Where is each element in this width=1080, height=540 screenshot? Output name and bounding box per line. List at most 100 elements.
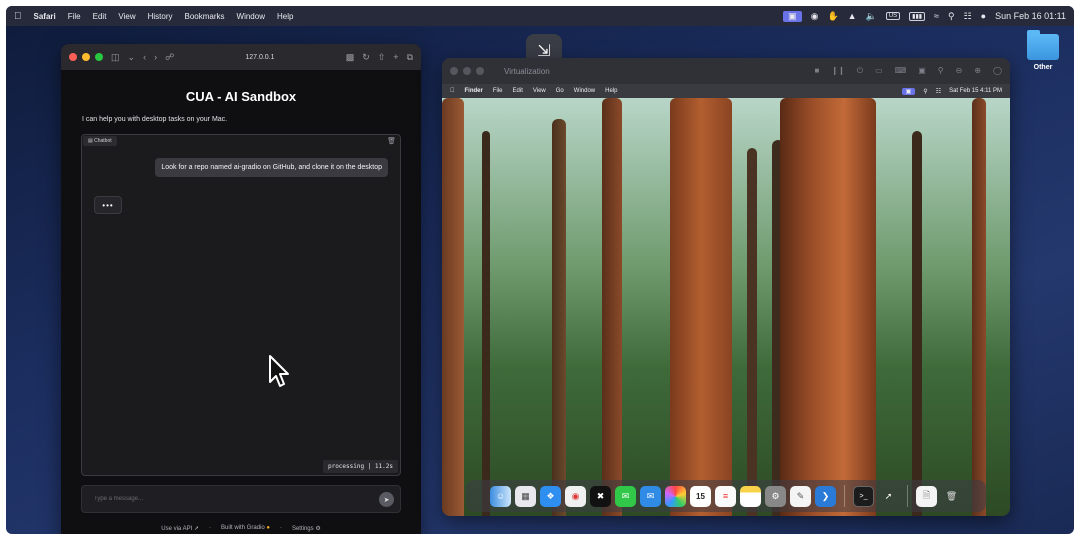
menu-view[interactable]: View [118, 12, 135, 21]
gradio-footer: Use via API ➚ · Built with Gradio ● · Se… [61, 525, 421, 532]
notes-icon[interactable] [740, 485, 761, 507]
guest-screen-share-icon[interactable]: ▣ [901, 87, 916, 95]
clear-chat-icon[interactable]: 🗑 [387, 137, 396, 145]
tabs-overview-icon[interactable]: ⧉ [407, 52, 413, 63]
apple-menu-icon[interactable]:  [14, 11, 22, 22]
menu-edit[interactable]: Edit [93, 12, 107, 21]
built-with-gradio-link[interactable]: Built with Gradio ● [221, 525, 270, 532]
wifi-icon[interactable]: ≈ [934, 11, 939, 21]
chrome-icon[interactable]: ◉ [565, 485, 586, 507]
menubar-clock[interactable]: Sun Feb 16 01:11 [995, 11, 1066, 21]
guest-menu-file[interactable]: File [493, 88, 503, 94]
input-source[interactable]: US [885, 12, 901, 20]
zoom-in-icon[interactable]: ⊕ [974, 66, 981, 76]
footer-dot: · [208, 525, 211, 531]
stop-icon[interactable]: ■ [815, 66, 820, 76]
pause-icon[interactable]: ❙❙ [831, 66, 844, 76]
guest-menu-go[interactable]: Go [556, 88, 564, 94]
minimize-window-button[interactable] [82, 53, 90, 61]
keyboard-icon[interactable]: ⌨ [895, 66, 907, 76]
new-tab-icon[interactable]: + [393, 52, 398, 62]
guest-apple-icon[interactable]:  [450, 88, 455, 94]
display-icon[interactable]: ▭ [875, 66, 883, 76]
control-center-icon[interactable]: ☷ [964, 11, 972, 22]
photos-icon[interactable] [665, 485, 686, 507]
traffic-lights [69, 53, 103, 61]
zoom-out-icon[interactable]: ⊖ [956, 66, 963, 76]
document-icon[interactable]: 🗎 [916, 485, 937, 507]
siri-icon[interactable]: ● [981, 11, 986, 21]
user-message: Look for a repo named ai-gradio on GitHu… [155, 158, 388, 177]
screen-icon[interactable]: ▣ [918, 66, 926, 76]
minimize-window-button[interactable] [463, 67, 471, 75]
messages-icon[interactable]: ✉ [615, 485, 636, 507]
settings-link[interactable]: Settings ⚙ [292, 525, 321, 532]
zoom-actual-icon[interactable]: ◯ [993, 66, 1002, 76]
vscode-icon[interactable]: ❯ [815, 485, 836, 507]
menu-bookmarks[interactable]: Bookmarks [185, 12, 225, 21]
guest-menu-edit[interactable]: Edit [513, 88, 523, 94]
chevron-down-icon[interactable]: ⌄ [128, 52, 136, 63]
processing-status: processing | 11.2s [322, 460, 398, 473]
tree-trunk [482, 131, 490, 516]
mail-icon[interactable]: ✉ [640, 485, 661, 507]
terminal-icon[interactable]: >_ [853, 485, 874, 507]
tree-trunk [780, 98, 876, 516]
guest-menu-help[interactable]: Help [605, 88, 617, 94]
translate-icon[interactable]: ▩ [346, 52, 355, 63]
message-input[interactable] [82, 486, 362, 512]
search-icon[interactable]: ⚲ [948, 11, 955, 22]
calendar-day: 15 [696, 491, 705, 501]
menu-app-name[interactable]: Safari [34, 12, 56, 21]
address-bar[interactable]: 127.0.0.1 [182, 54, 338, 61]
menu-window[interactable]: Window [237, 12, 265, 21]
capcut-icon[interactable]: ✖ [590, 485, 611, 507]
reload-icon[interactable]: ↻ [362, 52, 370, 63]
tree-trunk [602, 98, 622, 516]
share-icon[interactable]: ⇧ [378, 52, 386, 63]
sidebar-toggle-icon[interactable]: ◫ [111, 52, 120, 63]
use-via-api-link[interactable]: Use via API ➚ [161, 525, 199, 532]
zoom-window-button[interactable] [476, 67, 484, 75]
screen-share-icon[interactable]: ▣ [783, 10, 802, 22]
settings-icon[interactable]: ⚙ [765, 485, 786, 507]
zoom-fit-icon[interactable]: ⚲ [938, 66, 944, 76]
guest-control-center-icon[interactable]: ☷ [936, 88, 941, 95]
tree-trunk [552, 118, 566, 516]
gear-icon: ⚙ [315, 526, 321, 532]
power-icon[interactable]: ⏻ [857, 66, 863, 76]
close-window-button[interactable] [69, 53, 77, 61]
rocket-icon[interactable]: ➚ [878, 486, 899, 507]
status-area: ▣ ◉ ✋ ▲ 🔈 US ▮▮▮ ≈ ⚲ ☷ ● Sun Feb 16 01:1… [783, 10, 1066, 22]
trash-icon[interactable]: 🗑 [941, 486, 962, 507]
zoom-window-button[interactable] [95, 53, 103, 61]
car-icon[interactable]: ▲ [848, 11, 857, 21]
desktop-folder-other[interactable]: Other [1021, 30, 1065, 71]
hand-icon[interactable]: ✋ [827, 11, 838, 22]
menu-file[interactable]: File [68, 12, 81, 21]
dock: ☺ ▦ ❖ ◉ ✖ ✉ ✉ 15 ≡ ⚙ ✎ ❯ >_ ➚ 🗎 🗑 [466, 480, 986, 512]
launchpad-icon[interactable]: ▦ [515, 485, 536, 507]
reminders-icon[interactable]: ≡ [715, 485, 736, 507]
calendar-icon[interactable]: 15 [690, 485, 711, 507]
textedit-icon[interactable]: ✎ [790, 485, 811, 507]
guest-menu-finder[interactable]: Finder [465, 88, 483, 94]
back-icon[interactable]: ‹ [143, 52, 146, 62]
screen:  Safari File Edit View History Bookmark… [6, 6, 1074, 534]
record-icon[interactable]: ◉ [811, 11, 819, 22]
guest-search-icon[interactable]: ⚲ [923, 88, 927, 95]
guest-menu-view[interactable]: View [533, 88, 546, 94]
menu-help[interactable]: Help [277, 12, 293, 21]
close-window-button[interactable] [450, 67, 458, 75]
safari-icon[interactable]: ❖ [540, 485, 561, 507]
safari-toolbar: ◫ ⌄ ‹ › ☍ 127.0.0.1 ▩ ↻ ⇧ + ⧉ [61, 44, 421, 70]
menu-history[interactable]: History [148, 12, 173, 21]
battery-icon[interactable]: ▮▮▮ [909, 11, 926, 21]
guest-menu-window[interactable]: Window [574, 88, 595, 94]
shield-icon[interactable]: ☍ [165, 52, 174, 63]
forward-icon[interactable]: › [154, 52, 157, 62]
send-button[interactable]: ➤ [379, 492, 394, 507]
volume-icon[interactable]: 🔈 [866, 11, 877, 22]
guest-clock[interactable]: Sat Feb 15 4:11 PM [949, 88, 1002, 94]
finder-icon[interactable]: ☺ [490, 485, 511, 507]
